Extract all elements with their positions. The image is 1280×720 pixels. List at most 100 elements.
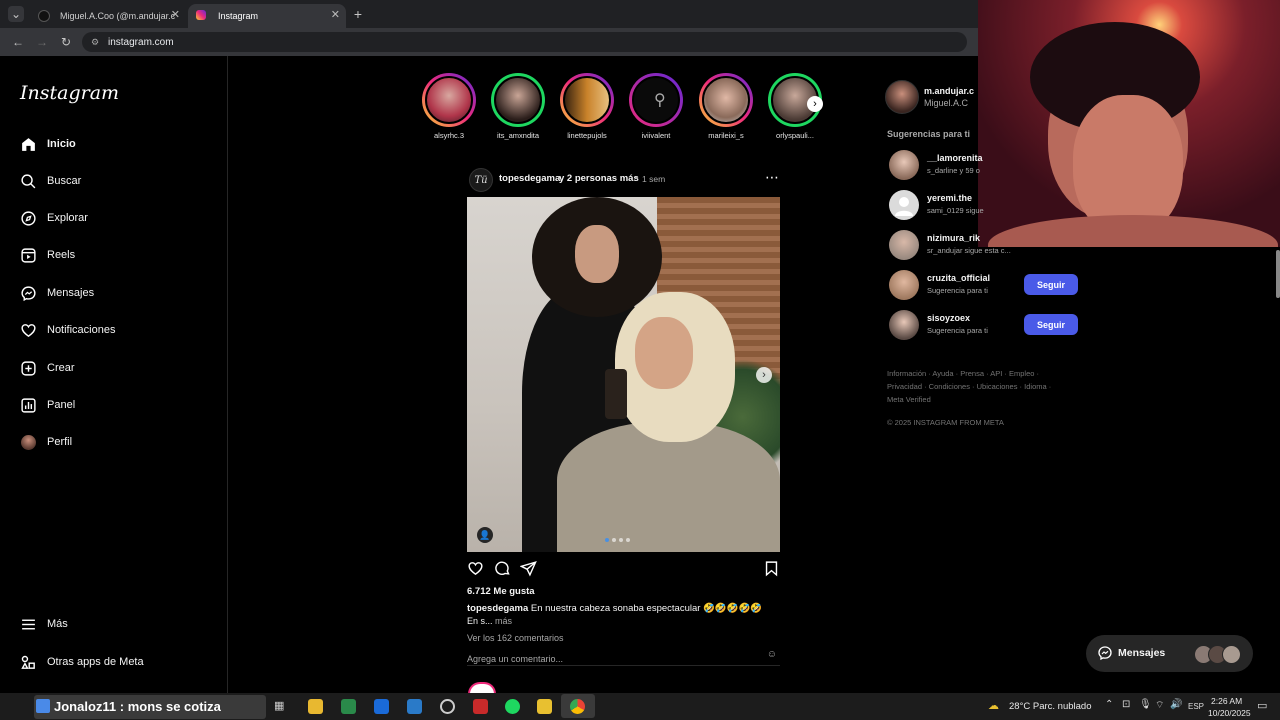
wifi-icon[interactable]: ⌔ [1155,699,1164,712]
story-item[interactable]: linettepujols [557,73,617,140]
stories-next-button[interactable]: › [807,96,823,112]
nav-item-perfil[interactable]: Perfil [19,431,72,453]
tab-search-button[interactable]: ⌄ [8,6,24,22]
network-icon[interactable]: ⊡ [1122,699,1130,710]
footer-links-2[interactable]: Privacidad · Condiciones · Ubicaciones ·… [887,382,1051,391]
story-item[interactable]: ⚲ iviivalent [626,73,686,140]
comment-icon[interactable] [494,560,511,582]
nav-item-panel[interactable]: Panel [19,394,75,416]
suggestion-avatar[interactable] [889,150,919,180]
post-coauthors[interactable]: y 2 personas más [559,173,639,184]
suggestion-name[interactable]: __lamorenita [927,153,983,163]
suggestion-item: sisoyzoex Sugerencia para ti Seguir [889,310,1079,340]
nav-item-buscar[interactable]: Buscar [19,170,81,192]
instagram-favicon-icon [196,10,206,20]
story-item[interactable]: its_amxndita [488,73,548,140]
post-author-avatar[interactable]: Tü [469,168,493,192]
clock-date[interactable]: 10/20/2025 [1208,708,1251,718]
suggestion-item: nizimura_rik sr_andujar sigue esta c... [889,230,1079,260]
story-username: alsyrhc.3 [433,131,464,140]
story-item[interactable]: marileixi_s [696,73,756,140]
nav-item-crear[interactable]: Crear [19,357,75,379]
caption-username[interactable]: topesdegama [467,603,528,614]
suggestion-avatar[interactable] [889,190,919,220]
volume-icon[interactable]: 🔊 [1170,699,1182,710]
more-options-icon[interactable]: ⋯ [765,169,779,186]
forward-button[interactable]: → [34,34,50,50]
suggestion-name[interactable]: sisoyzoex [927,313,970,323]
nav-label: Perfil [47,436,73,448]
notification-icon[interactable]: ▭ [1257,699,1267,712]
scrollbar[interactable] [1276,250,1280,298]
messages-pill[interactable]: Mensajes [1086,635,1253,672]
chrome-taskbar-button[interactable] [561,694,595,718]
caption-more-link[interactable]: más [495,616,512,626]
suggestion-item: yeremi.the sami_0129 sigue [889,190,1079,220]
nav-item-reels[interactable]: Reels [19,244,75,266]
view-comments-link[interactable]: Ver los 162 comentarios [467,633,564,643]
nav-item-meta-apps[interactable]: Otras apps de Meta [19,651,144,673]
current-user-avatar[interactable] [885,80,919,114]
nav-label: Otras apps de Meta [47,656,144,668]
suggestion-name[interactable]: yeremi.the [927,193,972,203]
outlook-icon[interactable] [374,699,389,714]
steam-icon[interactable] [440,699,455,714]
follow-button[interactable]: Seguir [1024,274,1078,295]
reels-icon [19,246,37,264]
story-item[interactable]: alsyrhc.3 [419,73,479,140]
nav-item-mensajes[interactable]: Mensajes [19,282,94,304]
language-indicator[interactable]: ESP [1188,702,1204,711]
nav-label: Explorar [47,212,88,224]
emoji-icon[interactable]: ☺ [767,649,777,660]
like-icon[interactable] [467,560,484,582]
nav-item-explorar[interactable]: Explorar [19,207,88,229]
share-icon[interactable] [519,560,537,582]
new-tab-button[interactable]: + [350,6,366,22]
spotify-icon[interactable] [505,699,520,714]
suggestion-name[interactable]: cruzita_official [927,273,990,283]
clock-time[interactable]: 2:26 AM [1211,696,1242,706]
footer-links-1[interactable]: Información · Ayuda · Prensa · API · Emp… [887,369,1039,378]
store-icon[interactable] [341,699,356,714]
post-author-name[interactable]: topesdegama [499,173,560,184]
suggestion-sub: s_darline y 59 o [927,166,980,175]
suggestions-heading: Sugerencias para ti [887,129,971,139]
reload-button[interactable]: ↻ [58,34,74,50]
weather-text[interactable]: 28°C Parc. nublado [1009,701,1092,712]
microphone-icon[interactable]: 🎙 [1139,699,1152,710]
site-info-icon[interactable]: ⚙ [91,37,99,48]
close-tab-icon[interactable]: ✕ [331,8,340,21]
file-explorer-icon[interactable] [308,699,323,714]
tray-chevron-icon[interactable]: ⌃ [1105,699,1113,710]
suggestion-name[interactable]: nizimura_rik [927,233,980,243]
suggestion-avatar[interactable] [889,270,919,300]
suggestion-avatar[interactable] [889,230,919,260]
task-view-icon[interactable]: ▦ [274,699,289,714]
nav-label: Buscar [47,175,82,187]
app-icon[interactable] [537,699,552,714]
nav-item-notificaciones[interactable]: Notificaciones [19,319,115,341]
game-icon[interactable] [473,699,488,714]
nav-item-mas[interactable]: Más [19,613,68,635]
image-next-button[interactable]: › [756,367,772,383]
save-icon[interactable] [763,560,780,582]
back-button[interactable]: ← [10,34,26,50]
instagram-logo[interactable]: Instagram [20,82,119,104]
close-tab-icon[interactable]: ✕ [171,8,180,21]
nav-item-inicio[interactable]: Inicio [19,133,76,155]
suggestion-avatar[interactable] [889,310,919,340]
tab-instagram[interactable]: Instagram ✕ [188,4,346,28]
current-username[interactable]: m.andujar.c [924,86,974,96]
comment-input[interactable]: Agrega un comentario... ☺ [467,649,780,666]
home-icon [19,135,37,153]
post-likes[interactable]: 6.712 Me gusta [467,586,535,597]
tab-profile[interactable]: Miguel.A.Coo (@m.andujar.c ✕ [30,4,186,28]
messenger-icon [19,284,37,302]
post-image[interactable]: › 👤 [467,197,780,552]
footer-links-3[interactable]: Meta Verified [887,395,931,404]
weather-icon: ☁ [988,700,999,712]
app-icon[interactable] [407,699,422,714]
follow-button[interactable]: Seguir [1024,314,1078,335]
tagged-users-icon[interactable]: 👤 [477,527,493,543]
tiktok-icon [38,10,50,22]
